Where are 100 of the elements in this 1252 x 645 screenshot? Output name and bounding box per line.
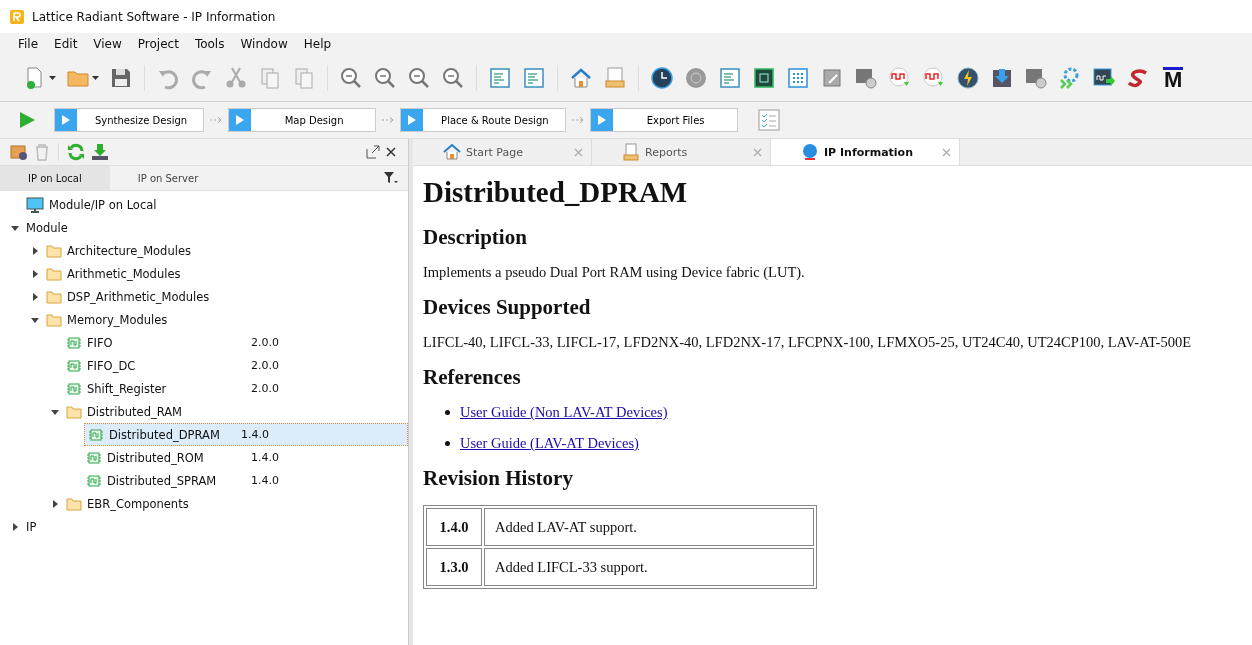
pop-out-icon[interactable] — [366, 145, 380, 159]
document-tab[interactable]: IP Information — [771, 139, 960, 165]
paragraph: Implements a pseudo Dual Port RAM using Device fabric (LUT). — [423, 264, 806, 281]
brand-logo[interactable]: M — [1163, 66, 1184, 90]
filter-icon[interactable] — [384, 172, 398, 184]
flow-step-button[interactable]: Place & Route Design — [400, 108, 566, 132]
link[interactable]: User Guide (LAV-AT Devices) — [460, 435, 639, 452]
menu-item[interactable]: Tools — [186, 37, 233, 51]
tree-item[interactable]: EBR_Components — [87, 496, 189, 511]
table-cell: 1.3.0 — [426, 548, 482, 586]
home-icon — [443, 144, 461, 160]
tree-item[interactable]: Memory_Modules — [67, 312, 168, 327]
panel-tab[interactable]: IP on Server — [109, 166, 227, 190]
expander-icon[interactable] — [31, 292, 39, 301]
dashed-arrow-icon — [571, 116, 584, 124]
bolt-icon[interactable] — [956, 66, 980, 90]
monitor-icon — [26, 196, 44, 213]
module-icon — [66, 336, 82, 349]
flow-step-button[interactable]: Export Files — [589, 108, 738, 132]
menu-item[interactable]: Edit — [46, 37, 86, 51]
expander-icon[interactable] — [31, 269, 39, 278]
folder-icon — [66, 404, 82, 419]
section-heading: Description — [423, 225, 528, 250]
disc-icon[interactable] — [684, 66, 708, 90]
save-icon[interactable] — [109, 66, 133, 90]
expander-icon[interactable] — [31, 315, 39, 324]
flow-step-button[interactable]: Synthesize Design — [54, 108, 205, 132]
expander-icon[interactable] — [11, 223, 19, 232]
download-icon[interactable] — [990, 66, 1014, 90]
section-heading: Revision History — [423, 466, 574, 491]
folder-icon — [46, 243, 62, 258]
clock-icon[interactable] — [1024, 66, 1048, 90]
menu-item[interactable]: Help — [295, 37, 340, 51]
module-icon — [66, 359, 82, 372]
page-title: Distributed_DPRAM — [423, 176, 689, 209]
menu-item[interactable]: Window — [232, 37, 296, 51]
expander-icon[interactable] — [51, 499, 59, 508]
section-heading: Devices Supported — [423, 295, 592, 320]
tree-item[interactable]: FIFO 2.0.0 — [0, 331, 408, 354]
tree-item[interactable]: Distributed_ROM 1.4.0 — [0, 446, 408, 469]
document-tab[interactable]: Reports — [592, 139, 771, 165]
package-icon[interactable] — [10, 143, 28, 161]
tray-icon[interactable] — [603, 66, 627, 90]
document-icon[interactable] — [488, 66, 512, 90]
document-tab[interactable]: Start Page — [413, 139, 592, 165]
tree-item[interactable]: Shift_Register 2.0.0 — [0, 377, 408, 400]
dropdown-caret-icon[interactable] — [49, 76, 56, 80]
paragraph: LIFCL-40, LIFCL-33, LIFCL-17, LFD2NX-40, LFD2NX-17, LFCPNX-100, LFMXO5-25, UT24C40, UT24CP100, LAV-AT-500E — [423, 334, 1192, 351]
checklist-icon[interactable] — [757, 109, 780, 131]
grid-icon[interactable] — [786, 66, 810, 90]
swoosh-icon[interactable] — [1126, 66, 1150, 90]
document-icon[interactable] — [522, 66, 546, 90]
tree-item[interactable]: Distributed_DPRAM 1.4.0 — [84, 423, 408, 446]
menu-item[interactable]: Project — [129, 37, 187, 51]
folder-icon — [46, 289, 62, 304]
bullet-icon — [445, 410, 450, 415]
section-heading: References — [423, 365, 522, 390]
flow-step-button[interactable]: Map Design — [228, 108, 377, 132]
zoom-out-icon[interactable] — [373, 66, 397, 90]
play-icon — [407, 115, 418, 125]
tree-item[interactable]: DSP_Arithmetic_Modules — [67, 289, 210, 304]
table-cell: 1.4.0 — [426, 508, 482, 546]
tree-item[interactable]: Module/IP on Local — [49, 197, 157, 212]
expander-icon[interactable] — [51, 407, 59, 416]
menu-item[interactable]: File — [10, 37, 47, 51]
list-icon[interactable] — [718, 66, 742, 90]
tray-icon — [622, 143, 640, 161]
menu-item[interactable]: View — [85, 37, 130, 51]
module-icon — [66, 382, 82, 395]
bullet-icon — [445, 441, 450, 446]
tree-item[interactable]: Distributed_RAM — [87, 404, 182, 419]
tree-item[interactable]: Distributed_SPRAM 1.4.0 — [0, 469, 408, 492]
chip-icon[interactable] — [752, 66, 776, 90]
run-icon[interactable] — [18, 111, 36, 129]
dropdown-caret-icon[interactable] — [92, 76, 99, 80]
folder-icon — [46, 312, 62, 327]
app-logo-icon — [10, 9, 24, 24]
module-icon — [88, 428, 104, 441]
table-cell: Added LAV-AT support. — [484, 508, 814, 546]
home-icon[interactable] — [569, 66, 593, 90]
dashed-arrow-icon — [210, 116, 223, 124]
tree-item[interactable]: IP — [26, 519, 37, 534]
expander-icon[interactable] — [11, 522, 19, 531]
clock-icon[interactable] — [650, 66, 674, 90]
tree-item[interactable]: Module — [26, 220, 68, 235]
dashed-arrow-icon — [382, 116, 395, 124]
close-icon[interactable] — [386, 147, 396, 157]
tree-item[interactable]: Arithmetic_Modules — [67, 266, 181, 281]
refresh-icon[interactable] — [67, 143, 85, 161]
download-icon[interactable] — [91, 143, 109, 161]
panel-tab[interactable]: IP on Local — [0, 166, 110, 190]
play-icon — [235, 115, 246, 125]
module-icon — [86, 451, 102, 464]
link[interactable]: User Guide (Non LAV-AT Devices) — [460, 404, 668, 421]
tree-item[interactable]: Architecture_Modules — [67, 243, 191, 258]
clock-icon[interactable] — [854, 66, 878, 90]
tree-item[interactable]: FIFO_DC 2.0.0 — [0, 354, 408, 377]
folder-icon — [66, 496, 82, 511]
play-icon — [596, 115, 607, 125]
expander-icon[interactable] — [31, 246, 39, 255]
